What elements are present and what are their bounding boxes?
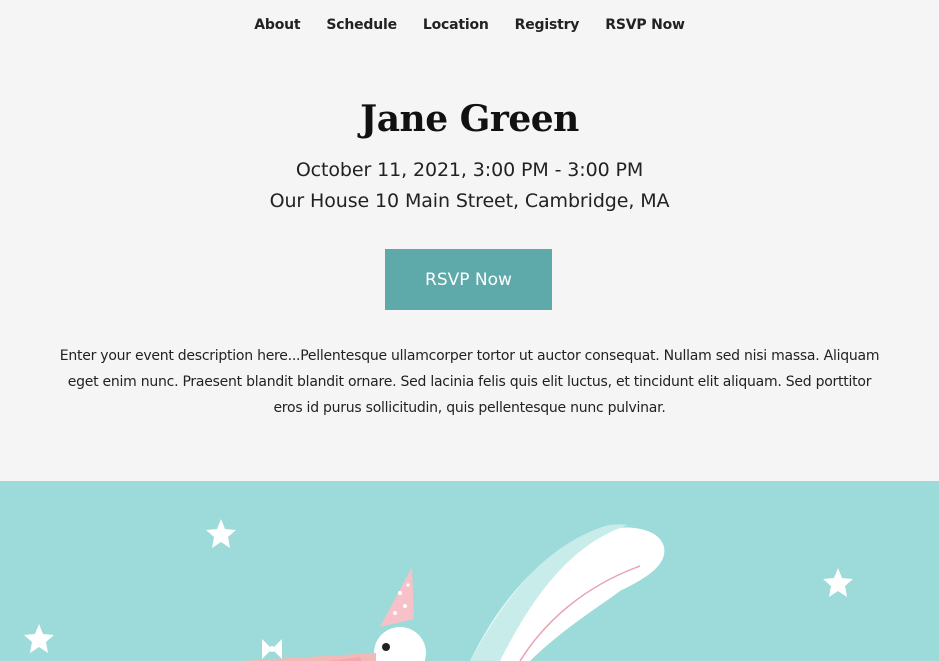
- stork-with-party-hat-icon: [24, 519, 853, 661]
- rsvp-button[interactable]: RSVP Now: [385, 249, 552, 310]
- nav-schedule-link[interactable]: Schedule: [313, 17, 410, 33]
- banner-illustration: [0, 481, 939, 661]
- event-title: Jane Green: [360, 98, 579, 140]
- nav-rsvp-link[interactable]: RSVP Now: [592, 17, 698, 33]
- star-icon: [206, 519, 236, 548]
- nav-registry-link[interactable]: Registry: [502, 17, 593, 33]
- event-date: October 11, 2021, 3:00 PM - 3:00 PM: [295, 159, 644, 181]
- star-icon: [823, 568, 853, 597]
- event-address: Our House 10 Main Street, Cambridge, MA: [269, 190, 670, 212]
- nav-location-link[interactable]: Location: [410, 17, 502, 33]
- top-navigation: About Schedule Location Registry RSVP No…: [0, 0, 939, 50]
- event-description: Enter your event description here...Pell…: [59, 348, 880, 416]
- star-icon: [24, 624, 54, 653]
- nav-about-link[interactable]: About: [241, 17, 313, 33]
